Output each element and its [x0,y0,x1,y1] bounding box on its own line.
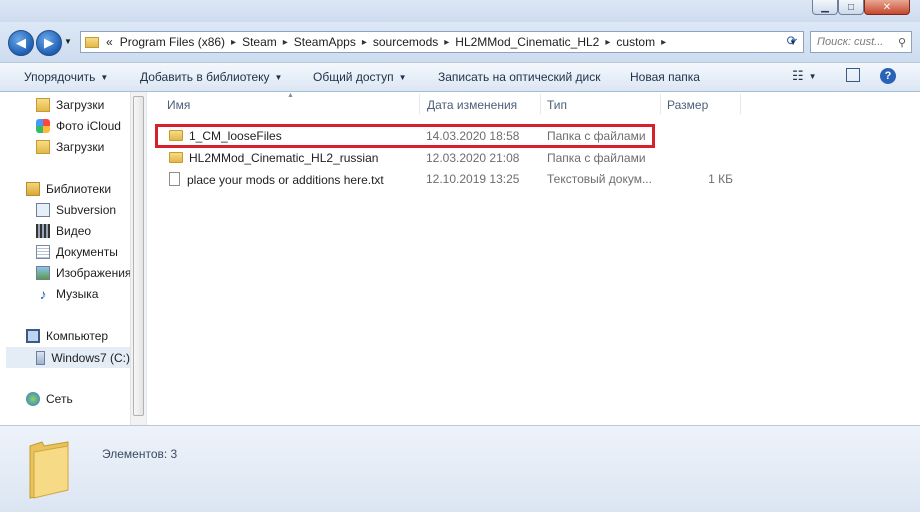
nav-item-network[interactable]: Сеть [26,390,73,408]
folder-icon [85,36,99,48]
burn-button[interactable]: Записать на оптический диск [438,70,601,84]
close-button[interactable]: ✕ [864,0,910,15]
sort-ascending-icon: ▲ [287,92,294,99]
nav-item-pictures[interactable]: Изображения [36,264,130,282]
library-icon [36,203,50,217]
refresh-icon[interactable]: ⟳ [782,33,802,51]
nav-item-computer[interactable]: Компьютер [26,327,108,345]
documents-library-icon [36,245,50,259]
address-bar[interactable]: « Program Files (x86) ▸ Steam ▸ SteamApp… [80,31,804,53]
column-header-type[interactable]: Тип [547,98,567,112]
file-name: place your mods or additions here.txt [169,172,384,187]
minimize-button[interactable]: ▁ [812,0,838,15]
column-divider[interactable] [540,94,541,114]
nav-item-documents[interactable]: Документы [36,243,118,261]
file-date: 12.10.2019 13:25 [426,172,520,186]
nav-item-icloud-photos[interactable]: Фото iCloud [36,117,121,135]
nav-item-downloads-2[interactable]: Загрузки [36,138,104,156]
arrow-left-icon: ◀ [16,35,26,50]
address-row: ◀ ▶ ▼ « Program Files (x86) ▸ Steam ▸ St… [0,22,920,62]
pictures-library-icon [36,266,50,280]
add-to-library-menu[interactable]: Добавить в библиотеку ▼ [140,70,282,84]
breadcrumb-steamapps[interactable]: SteamApps [290,35,360,49]
maximize-button[interactable]: □ [838,0,864,15]
search-input[interactable]: Поиск: cust... ⚲ [810,31,912,53]
scrollbar-thumb[interactable] [133,96,144,416]
computer-icon [26,329,40,343]
libraries-icon [26,182,40,196]
recent-pages-dropdown[interactable]: ▼ [64,37,72,46]
breadcrumb-separator-icon[interactable]: ▸ [229,37,238,48]
file-size: 1 КБ [708,172,733,186]
file-name: HL2MMod_Cinematic_HL2_russian [169,151,378,165]
help-icon[interactable]: ? [880,68,896,84]
organize-menu[interactable]: Упорядочить ▼ [24,70,108,84]
file-type: Папка с файлами [547,151,646,165]
folder-icon [169,152,183,163]
column-header-size[interactable]: Размер [667,98,708,112]
column-header-date[interactable]: Дата изменения [427,98,517,112]
item-count: Элементов: 3 [102,447,178,461]
column-divider[interactable] [740,94,741,114]
navigation-pane: Загрузки Фото iCloud Загрузки Библиотеки… [0,92,130,425]
column-divider[interactable] [419,94,420,114]
back-button[interactable]: ◀ [8,30,34,56]
text-file-icon [169,172,180,186]
file-date: 12.03.2020 21:08 [426,151,520,165]
music-library-icon: ♪ [39,286,47,302]
folder-icon [29,441,69,499]
breadcrumb-separator-icon[interactable]: ▸ [659,37,668,48]
title-bar: ▁ □ ✕ [0,0,920,22]
breadcrumb-separator-icon[interactable]: ▸ [360,37,369,48]
video-library-icon [36,224,50,238]
folder-icon [169,130,183,141]
new-folder-button[interactable]: Новая папка [630,70,700,84]
table-row[interactable]: HL2MMod_Cinematic_HL2_russian 12.03.2020… [155,148,915,168]
file-type: Папка с файлами [547,129,646,143]
nav-item-downloads[interactable]: Загрузки [36,96,104,114]
file-name: 1_CM_looseFiles [169,129,282,143]
details-pane: Элементов: 3 [0,425,920,512]
table-row[interactable]: place your mods or additions here.txt 12… [155,169,915,189]
breadcrumb-program-files[interactable]: Program Files (x86) [116,35,229,49]
view-options-icon[interactable]: ☷ ▼ [792,68,817,84]
file-date: 14.03.2020 18:58 [426,129,520,143]
breadcrumb-overflow[interactable]: « [103,35,116,49]
breadcrumb-steam[interactable]: Steam [238,35,281,49]
breadcrumb-separator-icon[interactable]: ▸ [442,37,451,48]
breadcrumb-separator-icon[interactable]: ▸ [603,37,612,48]
downloads-folder-icon [36,140,50,154]
search-icon[interactable]: ⚲ [898,36,911,49]
forward-button[interactable]: ▶ [36,30,62,56]
downloads-folder-icon [36,98,50,112]
nav-item-video[interactable]: Видео [36,222,91,240]
nav-item-windows7-drive[interactable]: Windows7 (C:) [6,347,130,368]
breadcrumb-custom[interactable]: custom [612,35,659,49]
file-type: Текстовый докум... [547,172,652,186]
search-placeholder: Поиск: cust... [817,36,884,48]
icloud-photos-icon [36,119,50,133]
share-menu[interactable]: Общий доступ ▼ [313,70,407,84]
preview-pane-icon[interactable] [846,68,860,82]
nav-item-subversion[interactable]: Subversion [36,201,116,219]
breadcrumb-sourcemods[interactable]: sourcemods [369,35,442,49]
command-bar: Упорядочить ▼ Добавить в библиотеку ▼ Общи… [0,62,920,92]
network-icon [26,392,40,406]
navigation-scrollbar[interactable] [130,92,146,425]
file-list-pane: ▲ Имя Дата изменения Тип Размер 1_CM_loo… [147,92,920,425]
breadcrumb-hl2mmod[interactable]: HL2MMod_Cinematic_HL2 [451,35,603,49]
arrow-right-icon: ▶ [44,35,54,50]
column-divider[interactable] [660,94,661,114]
column-header-name[interactable]: Имя [167,98,190,112]
nav-item-libraries[interactable]: Библиотеки [26,180,111,198]
nav-item-music[interactable]: ♪ Музыка [36,285,99,303]
drive-icon [36,350,46,365]
breadcrumb-separator-icon[interactable]: ▸ [281,37,290,48]
table-row[interactable]: 1_CM_looseFiles 14.03.2020 18:58 Папка с… [155,126,915,146]
